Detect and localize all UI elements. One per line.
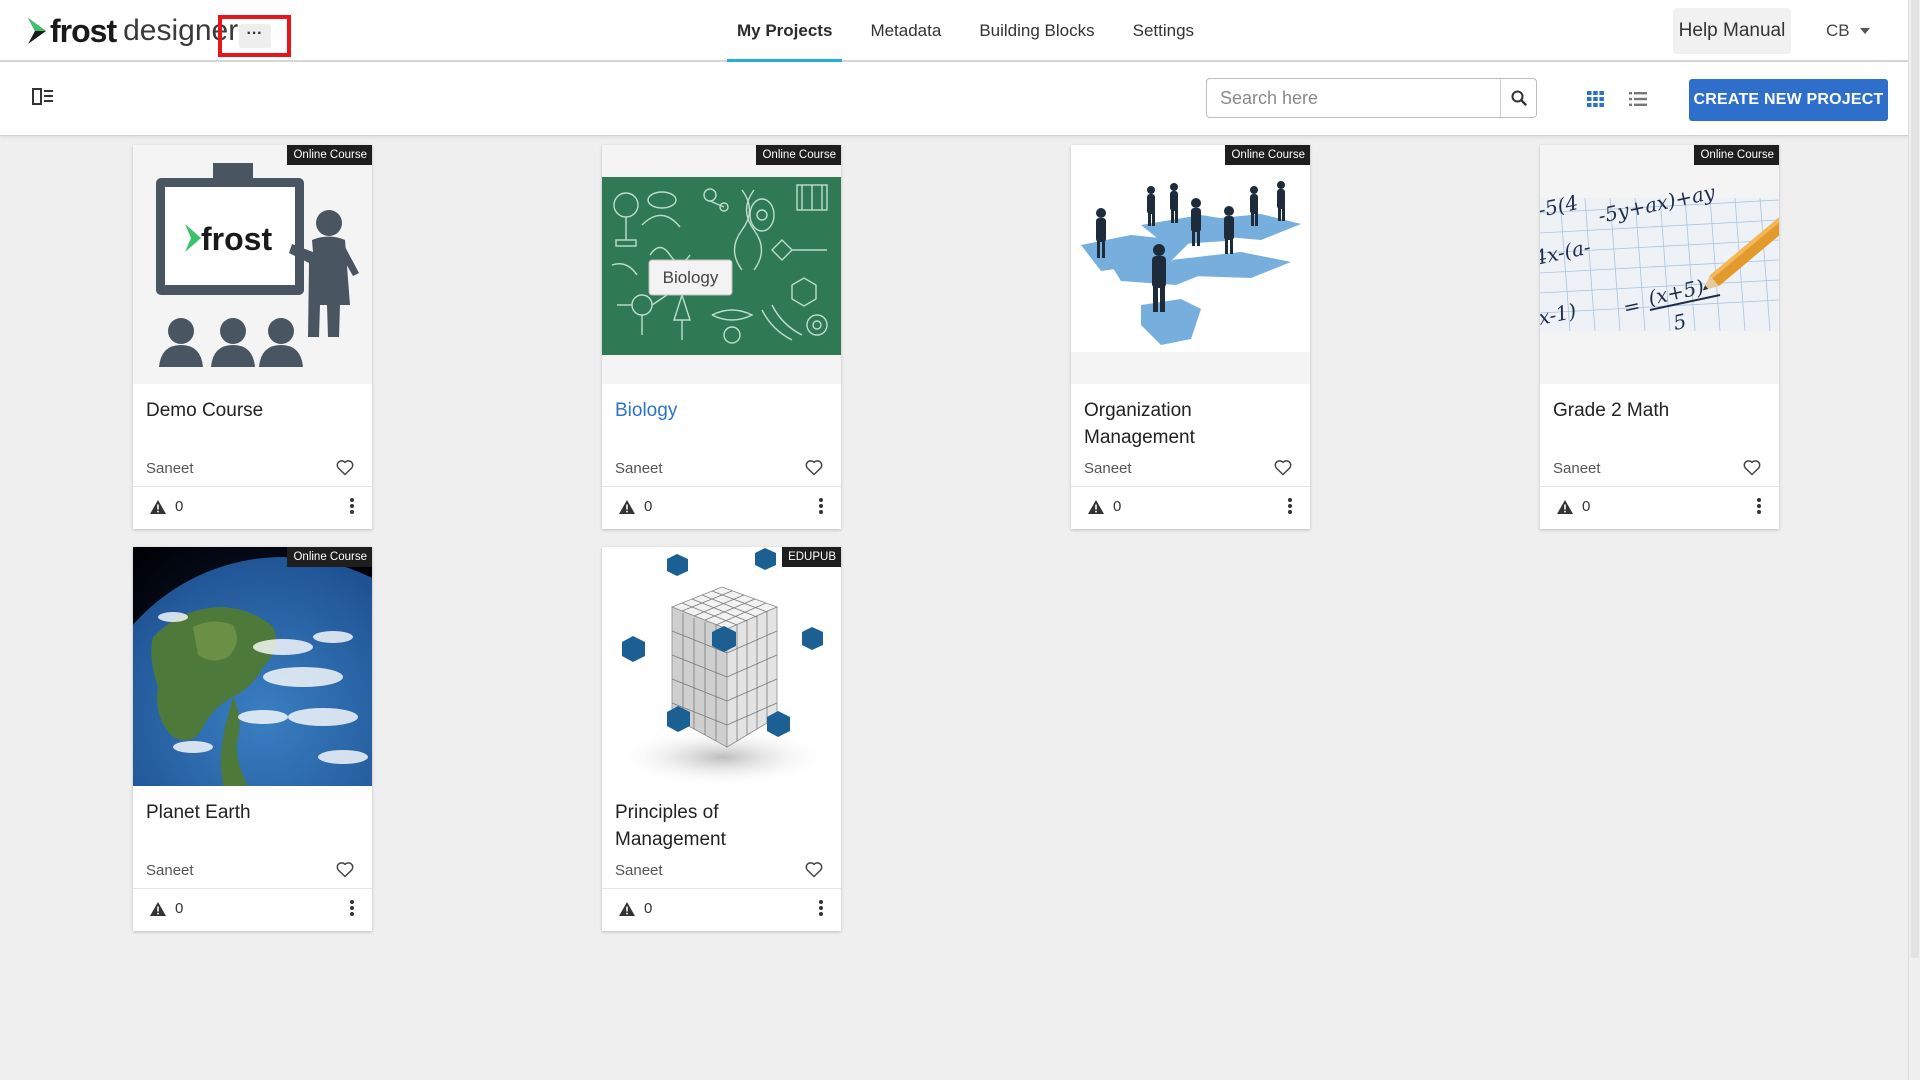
user-menu-dropdown[interactable]: CB — [1826, 19, 1870, 43]
main-nav: My Projects Metadata Building Blocks Set… — [727, 0, 1222, 62]
card-menu-kebab-icon[interactable] — [818, 498, 824, 516]
warning-count: 0 — [644, 498, 653, 515]
project-thumbnail[interactable]: Online Course — [133, 547, 372, 786]
scrollbar-thumb[interactable] — [1911, 0, 1919, 958]
project-card-principles-of-management[interactable]: EDUPUB Principles of Management Saneet 0 — [602, 547, 841, 931]
project-card-planet-earth[interactable]: Online Course Planet Earth Saneet 0 — [133, 547, 372, 931]
project-thumbnail[interactable]: Biology Online Course — [602, 145, 841, 384]
project-title[interactable]: Organization Management — [1084, 397, 1299, 451]
project-card-grade-2-math[interactable]: -5(4 -5y+ax)+ay 4x-(a- (x+5) 5 x-1) = On… — [1540, 145, 1779, 529]
warning-icon — [150, 500, 166, 514]
project-type-badge: Online Course — [287, 145, 372, 165]
favorite-heart-icon[interactable] — [1743, 459, 1761, 476]
project-thumbnail[interactable]: -5(4 -5y+ax)+ay 4x-(a- (x+5) 5 x-1) = On… — [1540, 145, 1779, 384]
warning-count: 0 — [175, 498, 184, 515]
nav-tab-metadata[interactable]: Metadata — [860, 0, 951, 62]
project-author: Saneet — [615, 460, 663, 477]
project-author: Saneet — [1084, 460, 1132, 477]
favorite-heart-icon[interactable] — [805, 861, 823, 878]
warning-count: 0 — [644, 900, 653, 917]
page-scrollbar[interactable] — [1908, 0, 1920, 1080]
project-card-demo-course[interactable]: frost Online Course Demo Course Saneet 0 — [133, 145, 372, 529]
search-box — [1206, 78, 1537, 118]
project-type-badge: Online Course — [287, 547, 372, 567]
search-icon — [1511, 90, 1527, 106]
warning-icon — [1088, 500, 1104, 514]
caret-down-icon — [1859, 28, 1870, 34]
project-author: Saneet — [146, 862, 194, 879]
nav-tab-my-projects[interactable]: My Projects — [727, 0, 843, 62]
business-people-puzzle — [1071, 145, 1310, 384]
math-equation-paper: -5(4 -5y+ax)+ay 4x-(a- (x+5) 5 x-1) = — [1540, 145, 1779, 384]
card-menu-kebab-icon[interactable] — [818, 900, 824, 918]
warning-count: 0 — [175, 900, 184, 917]
favorite-heart-icon[interactable] — [336, 861, 354, 878]
warning-count: 0 — [1113, 498, 1122, 515]
earth-globe — [133, 547, 372, 786]
card-menu-kebab-icon[interactable] — [1756, 498, 1762, 516]
help-manual-button[interactable]: Help Manual — [1673, 8, 1791, 54]
project-author: Saneet — [146, 460, 194, 477]
sidebar-toggle-icon[interactable] — [32, 87, 54, 107]
favorite-heart-icon[interactable] — [805, 459, 823, 476]
card-footer: 0 — [602, 486, 841, 529]
warning-count: 0 — [1582, 498, 1591, 515]
project-type-badge: Online Course — [1694, 145, 1779, 165]
project-title[interactable]: Grade 2 Math — [1553, 397, 1768, 424]
project-title[interactable]: Demo Course — [146, 397, 361, 424]
search-button[interactable] — [1500, 79, 1536, 117]
top-navbar: frost designer ··· My Projects Metadata … — [0, 0, 1908, 62]
warning-icon — [619, 500, 635, 514]
warning-icon — [619, 902, 635, 916]
toolbar: CREATE NEW PROJECT — [0, 62, 1908, 136]
frost-classroom-illustration: frost — [133, 145, 372, 384]
svg-text:Biology: Biology — [663, 268, 719, 287]
ellipsis-icon: ··· — [238, 24, 271, 48]
card-menu-kebab-icon[interactable] — [1287, 498, 1293, 516]
frost-designer-logo[interactable]: frost designer — [26, 13, 238, 49]
frost-chevron-icon — [28, 18, 46, 44]
project-title[interactable]: Principles of Management — [615, 799, 830, 853]
project-title[interactable]: Biology — [615, 397, 830, 424]
project-author: Saneet — [1553, 460, 1601, 477]
card-menu-kebab-icon[interactable] — [349, 900, 355, 918]
search-input[interactable] — [1207, 79, 1500, 117]
project-type-badge: EDUPUB — [782, 547, 841, 567]
grid-view-icon[interactable] — [1587, 91, 1604, 107]
card-footer: 0 — [602, 888, 841, 931]
project-title[interactable]: Planet Earth — [146, 799, 361, 826]
project-card-biology[interactable]: Biology Online Course Biology Saneet 0 — [602, 145, 841, 529]
nav-tab-settings[interactable]: Settings — [1123, 0, 1204, 62]
nav-tab-building-blocks[interactable]: Building Blocks — [969, 0, 1104, 62]
biology-chalkboard: Biology — [602, 145, 841, 384]
favorite-heart-icon[interactable] — [336, 459, 354, 476]
project-type-badge: Online Course — [756, 145, 841, 165]
card-footer: 0 — [1540, 486, 1779, 529]
project-card-organization-management[interactable]: Online Course Organization Management Sa… — [1071, 145, 1310, 529]
svg-text:frost: frost — [201, 221, 272, 257]
warning-icon — [150, 902, 166, 916]
more-options-button[interactable]: ··· — [218, 15, 291, 57]
card-footer: 0 — [133, 486, 372, 529]
project-thumbnail[interactable]: frost Online Course — [133, 145, 372, 384]
card-footer: 0 — [1071, 486, 1310, 529]
project-type-badge: Online Course — [1225, 145, 1310, 165]
card-footer: 0 — [133, 888, 372, 931]
cube-blocks — [602, 547, 841, 786]
favorite-heart-icon[interactable] — [1274, 459, 1292, 476]
logo-frost-text: frost — [50, 13, 117, 49]
project-author: Saneet — [615, 862, 663, 879]
project-thumbnail[interactable]: EDUPUB — [602, 547, 841, 786]
warning-icon — [1557, 500, 1573, 514]
list-view-icon[interactable] — [1629, 91, 1647, 107]
user-initials: CB — [1826, 21, 1850, 40]
card-menu-kebab-icon[interactable] — [349, 498, 355, 516]
create-new-project-button[interactable]: CREATE NEW PROJECT — [1689, 79, 1888, 121]
project-thumbnail[interactable]: Online Course — [1071, 145, 1310, 384]
